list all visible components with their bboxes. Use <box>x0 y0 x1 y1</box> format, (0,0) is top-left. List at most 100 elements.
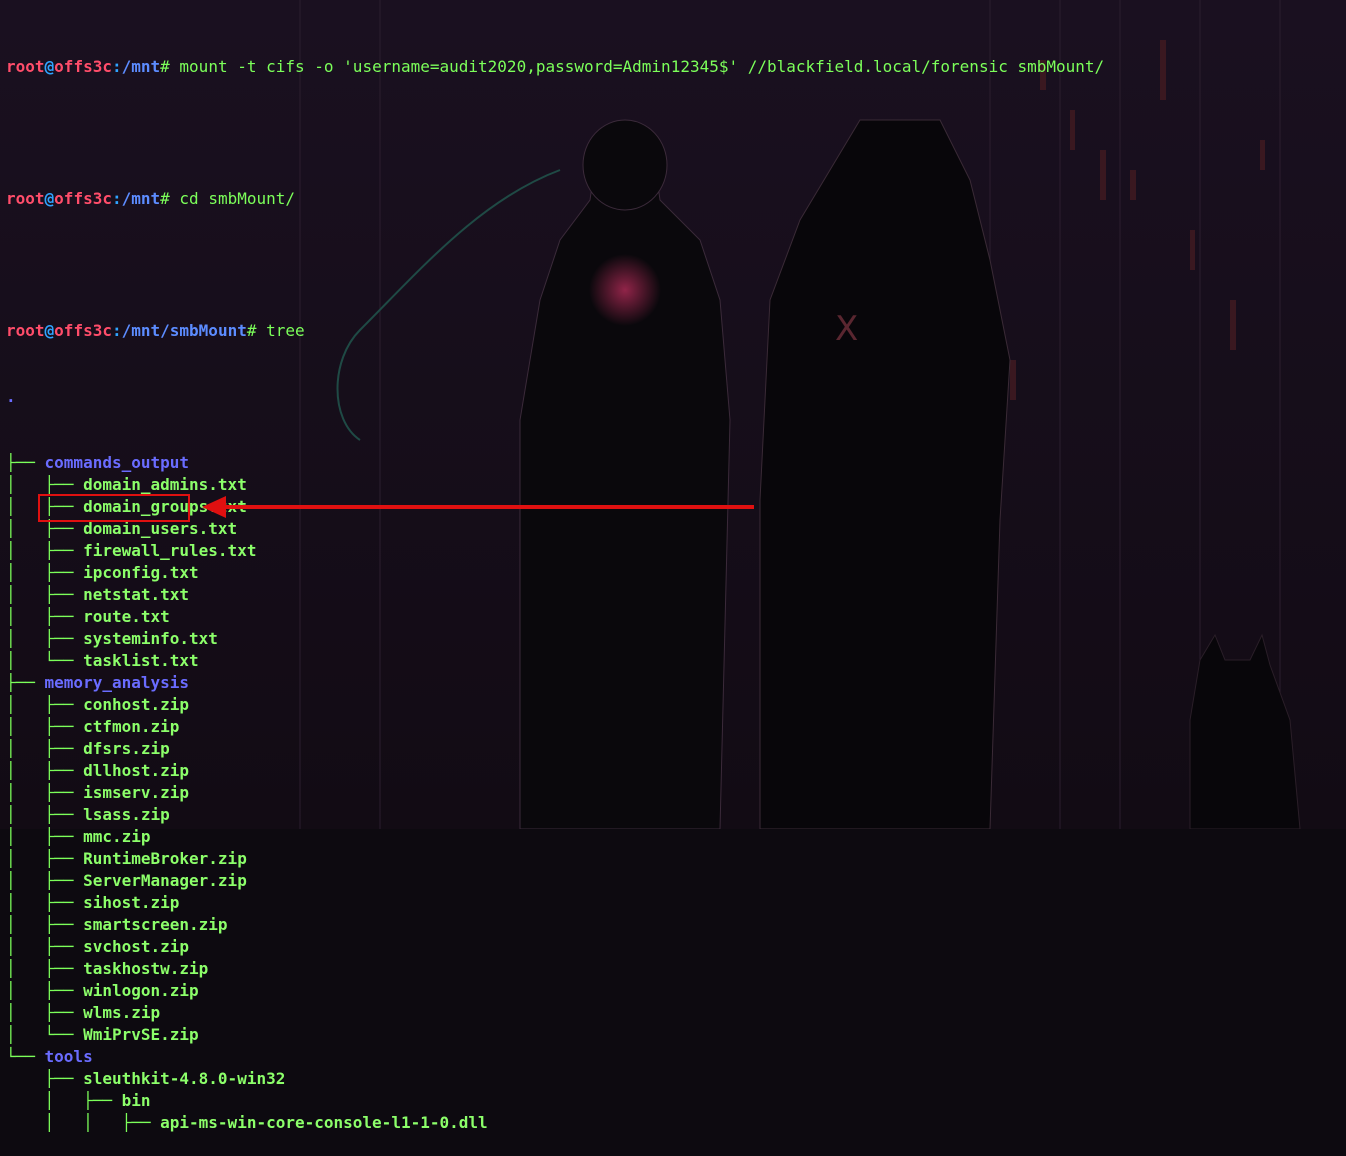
tree-file: │ ├── sihost.zip <box>6 892 1346 914</box>
file-name: WmiPrvSE.zip <box>83 1025 199 1044</box>
prompt-host: offs3c <box>54 57 112 76</box>
command-text: tree <box>256 321 305 340</box>
tree-file: │ ├── winlogon.zip <box>6 980 1346 1002</box>
prompt-at: @ <box>44 321 55 340</box>
tree-file: │ ├── domain_admins.txt <box>6 474 1346 496</box>
file-name: domain_admins.txt <box>83 475 247 494</box>
file-name: systeminfo.txt <box>83 629 218 648</box>
tree-file: │ │ ├── api-ms-win-core-console-l1-1-0.d… <box>6 1112 1346 1134</box>
tree-directory: ├── commands_output <box>6 452 1346 474</box>
tree-file: │ ├── netstat.txt <box>6 584 1346 606</box>
tree-file: │ ├── bin <box>6 1090 1346 1112</box>
tree-branch: │ ├── <box>6 893 84 912</box>
tree-file: │ ├── lsass.zip <box>6 804 1346 826</box>
tree-branch: ├── <box>6 1069 84 1088</box>
tree-branch: │ ├── <box>6 629 84 648</box>
file-name: mmc.zip <box>83 827 151 846</box>
tree-branch: └── <box>6 1047 45 1066</box>
command-text: mount -t cifs -o 'username=audit2020,pas… <box>169 57 1105 76</box>
prompt-path: /mnt <box>121 189 161 208</box>
file-name: taskhostw.zip <box>83 959 209 978</box>
prompt-user: root <box>6 189 45 208</box>
tree-branch: ├── <box>6 673 45 692</box>
tree-branch: │ ├── <box>6 563 84 582</box>
file-name: svchost.zip <box>83 937 190 956</box>
tree-file: │ ├── ServerManager.zip <box>6 870 1346 892</box>
file-name: route.txt <box>83 607 170 626</box>
tree-branch: │ ├── <box>6 959 84 978</box>
tree-file: │ ├── ismserv.zip <box>6 782 1346 804</box>
tree-file: │ ├── domain_groups.txt <box>6 496 1346 518</box>
tree-file: │ ├── taskhostw.zip <box>6 958 1346 980</box>
file-name: api-ms-win-core-console-l1-1-0.dll <box>160 1113 488 1132</box>
prompt-colon: : <box>111 321 122 340</box>
tree-branch: │ ├── <box>6 585 84 604</box>
tree-branch: │ ├── <box>6 695 84 714</box>
file-name: dfsrs.zip <box>83 739 170 758</box>
file-name: winlogon.zip <box>83 981 199 1000</box>
tree-file: │ ├── svchost.zip <box>6 936 1346 958</box>
file-name: dllhost.zip <box>83 761 190 780</box>
tree-branch: │ ├── <box>6 541 84 560</box>
tree-file: │ ├── RuntimeBroker.zip <box>6 848 1346 870</box>
tree-file: │ └── WmiPrvSE.zip <box>6 1024 1346 1046</box>
tree-branch: │ ├── <box>6 761 84 780</box>
tree-file: ├── sleuthkit-4.8.0-win32 <box>6 1068 1346 1090</box>
prompt-host: offs3c <box>54 321 112 340</box>
tree-branch: │ ├── <box>6 981 84 1000</box>
tree-branch: │ ├── <box>6 937 84 956</box>
prompt-colon: : <box>111 189 122 208</box>
file-name: ismserv.zip <box>83 783 190 802</box>
file-name: conhost.zip <box>83 695 190 714</box>
tree-branch: │ │ ├── <box>6 1113 161 1132</box>
tree-branch: │ ├── <box>6 717 84 736</box>
tree-branch: │ ├── <box>6 915 84 934</box>
tree-branch: │ └── <box>6 1025 84 1044</box>
file-name: ServerManager.zip <box>83 871 247 890</box>
tree-file: │ ├── smartscreen.zip <box>6 914 1346 936</box>
terminal-output: root@offs3c:/mnt# mount -t cifs -o 'user… <box>6 12 1346 1132</box>
command-line: root@offs3c:/mnt# mount -t cifs -o 'user… <box>6 56 1346 78</box>
tree-branch: ├── <box>6 453 45 472</box>
tree-branch: │ ├── <box>6 827 84 846</box>
tree-file: │ ├── route.txt <box>6 606 1346 628</box>
tree-file: │ ├── wlms.zip <box>6 1002 1346 1024</box>
directory-name: tools <box>44 1047 93 1066</box>
tree-branch: │ ├── <box>6 739 84 758</box>
tree-branch: │ ├── <box>6 607 84 626</box>
directory-name: commands_output <box>44 453 190 472</box>
tree-branch: │ ├── <box>6 1003 84 1022</box>
tree-branch: │ ├── <box>6 805 84 824</box>
command-text: cd smbMount/ <box>169 189 296 208</box>
file-name: firewall_rules.txt <box>83 541 257 560</box>
tree-file: │ ├── ipconfig.txt <box>6 562 1346 584</box>
tree-listing: ├── commands_output │ ├── domain_admins.t… <box>6 452 1346 1134</box>
prompt-user: root <box>6 321 45 340</box>
file-name: sleuthkit-4.8.0-win32 <box>83 1069 286 1088</box>
tree-file: │ ├── dllhost.zip <box>6 760 1346 782</box>
file-name: lsass.zip <box>83 805 170 824</box>
tree-file: │ ├── systeminfo.txt <box>6 628 1346 650</box>
prompt-host: offs3c <box>54 189 112 208</box>
tree-branch: │ ├── <box>6 1091 122 1110</box>
tree-branch: │ ├── <box>6 783 84 802</box>
prompt-hash: # <box>160 189 170 208</box>
prompt-user: root <box>6 57 45 76</box>
tree-file: │ ├── ctfmon.zip <box>6 716 1346 738</box>
tree-branch: │ ├── <box>6 871 84 890</box>
file-name: netstat.txt <box>83 585 190 604</box>
tree-file: │ └── tasklist.txt <box>6 650 1346 672</box>
file-name: tasklist.txt <box>83 651 199 670</box>
tree-directory: └── tools <box>6 1046 1346 1068</box>
file-name: RuntimeBroker.zip <box>83 849 247 868</box>
tree-root: . <box>6 386 1346 408</box>
file-name: smartscreen.zip <box>83 915 228 934</box>
prompt-path: /mnt <box>121 57 161 76</box>
tree-file: │ ├── domain_users.txt <box>6 518 1346 540</box>
tree-directory: ├── memory_analysis <box>6 672 1346 694</box>
tree-file: │ ├── dfsrs.zip <box>6 738 1346 760</box>
tree-branch: │ └── <box>6 651 84 670</box>
tree-branch: │ ├── <box>6 475 84 494</box>
file-name: wlms.zip <box>83 1003 161 1022</box>
